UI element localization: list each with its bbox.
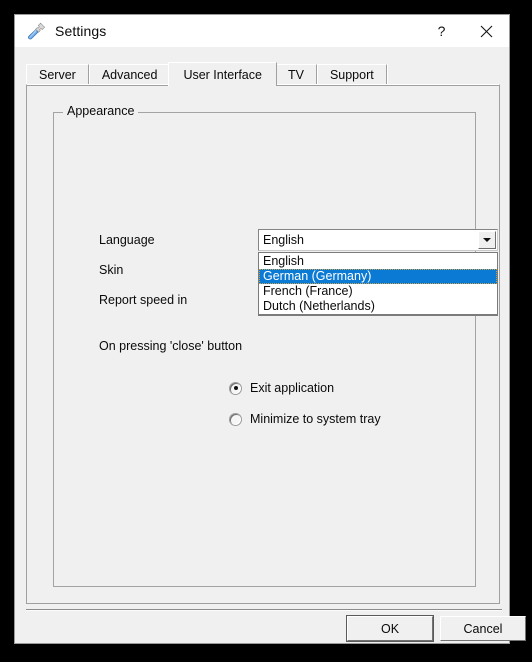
language-option-label: French (France) bbox=[263, 284, 353, 298]
tab-support-label: Support bbox=[329, 68, 374, 82]
tab-strip-filler bbox=[386, 64, 500, 85]
radio-minimize-to-tray[interactable]: Minimize to system tray bbox=[229, 412, 381, 426]
language-option-label: German (Germany) bbox=[263, 269, 372, 283]
tab-strip: Server Advanced User Interface TV Suppor… bbox=[26, 62, 500, 86]
skin-label: Skin bbox=[99, 263, 124, 277]
tab-advanced-label: Advanced bbox=[101, 68, 158, 82]
tab-server[interactable]: Server bbox=[26, 64, 89, 85]
language-combobox-value: English bbox=[263, 233, 304, 247]
appearance-groupbox-legend: Appearance bbox=[63, 104, 139, 118]
screwdriver-icon bbox=[28, 22, 46, 40]
bottom-separator bbox=[26, 609, 502, 611]
close-icon bbox=[480, 25, 493, 37]
language-option-label: English bbox=[263, 254, 304, 268]
radio-exit-application[interactable]: Exit application bbox=[229, 381, 334, 395]
window-title: Settings bbox=[55, 23, 107, 39]
radio-selected-icon bbox=[229, 381, 242, 395]
tab-support[interactable]: Support bbox=[316, 64, 387, 85]
tab-page-inner: Appearance Language Skin Report speed in… bbox=[27, 85, 499, 603]
settings-dialog: Settings ? Server Advanced User Interfac… bbox=[14, 14, 526, 644]
chevron-down-icon bbox=[483, 238, 491, 242]
language-combobox-toggle[interactable] bbox=[478, 231, 496, 249]
radio-unselected-icon bbox=[229, 412, 242, 426]
language-label: Language bbox=[99, 233, 155, 247]
ok-button-label: OK bbox=[380, 621, 400, 636]
language-option-label: Dutch (Netherlands) bbox=[263, 299, 375, 313]
close-behavior-label: On pressing 'close' button bbox=[99, 339, 243, 353]
language-option-french[interactable]: French (France) bbox=[259, 284, 497, 299]
tab-advanced[interactable]: Advanced bbox=[88, 64, 171, 85]
radio-exit-application-label: Exit application bbox=[250, 381, 335, 395]
language-option-german[interactable]: German (Germany) bbox=[259, 269, 497, 284]
cancel-button[interactable]: Cancel bbox=[440, 616, 526, 641]
close-button[interactable] bbox=[464, 16, 509, 47]
help-label: ? bbox=[437, 23, 446, 39]
language-option-english[interactable]: English bbox=[259, 254, 497, 269]
tab-page-user-interface: Appearance Language Skin Report speed in… bbox=[26, 84, 500, 604]
tab-user-interface[interactable]: User Interface bbox=[168, 62, 277, 86]
language-dropdown-list[interactable]: English German (Germany) French (France)… bbox=[258, 252, 498, 316]
ok-button[interactable]: OK bbox=[346, 615, 434, 642]
title-bar: Settings ? bbox=[15, 15, 509, 47]
tab-server-label: Server bbox=[39, 68, 76, 82]
help-button[interactable]: ? bbox=[419, 16, 464, 47]
tab-tv[interactable]: TV bbox=[274, 64, 317, 85]
radio-minimize-to-tray-label: Minimize to system tray bbox=[250, 412, 381, 426]
language-combobox[interactable]: English bbox=[258, 229, 498, 251]
cancel-button-label: Cancel bbox=[463, 621, 503, 636]
language-option-dutch[interactable]: Dutch (Netherlands) bbox=[259, 299, 497, 314]
tab-tv-label: TV bbox=[287, 68, 304, 82]
tab-user-interface-label: User Interface bbox=[183, 67, 262, 82]
report-speed-label: Report speed in bbox=[99, 293, 188, 307]
